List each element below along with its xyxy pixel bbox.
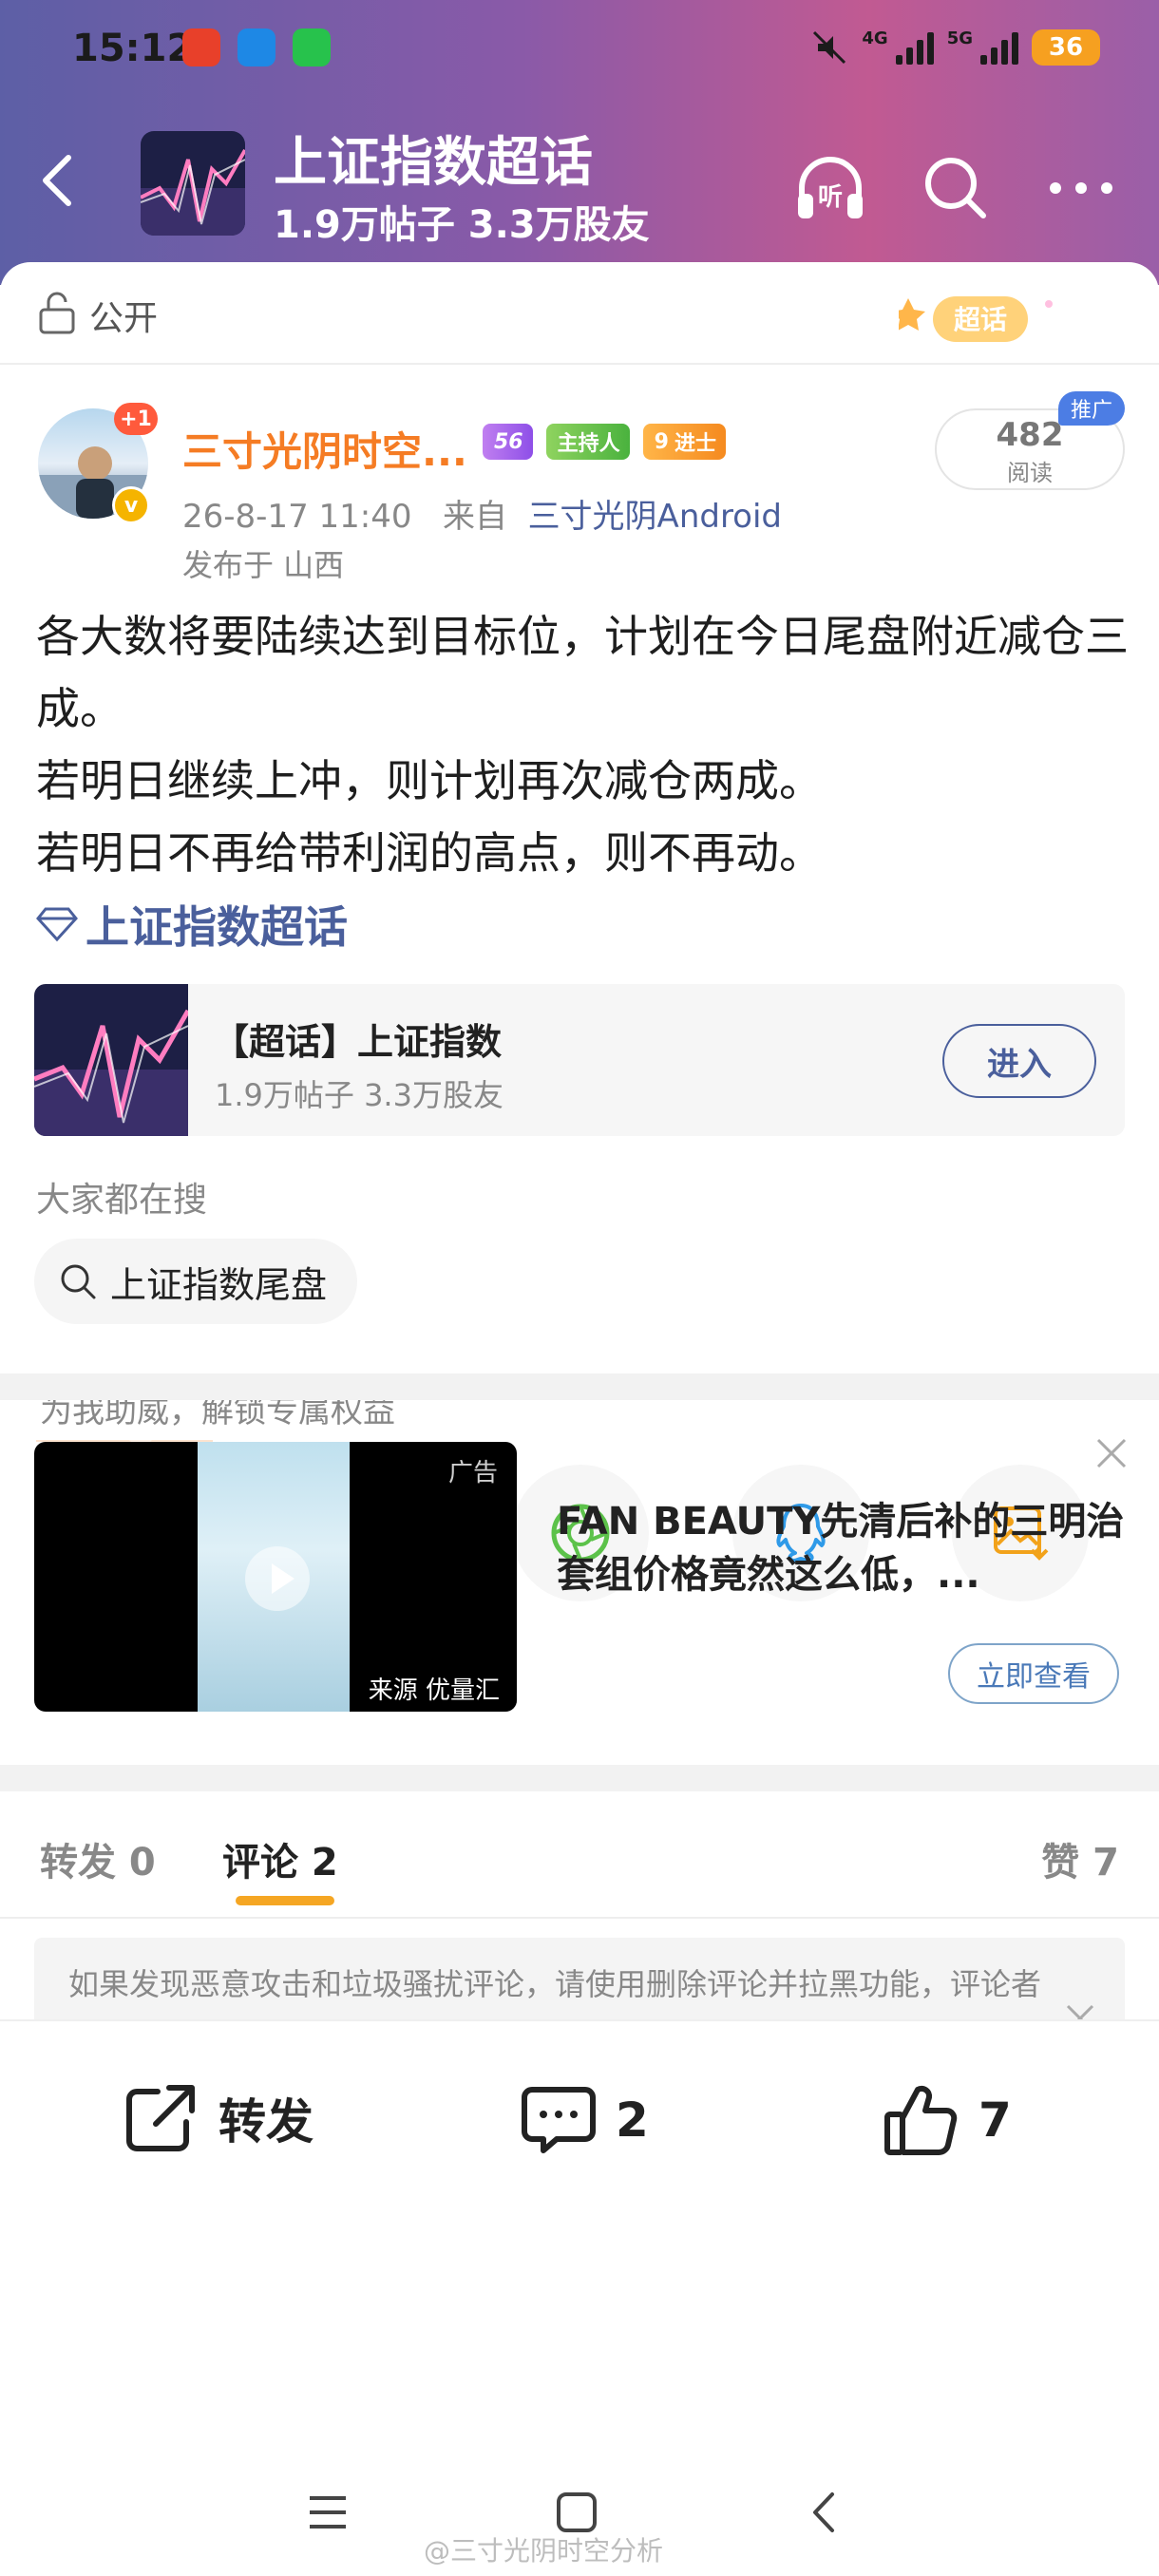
post-meta: 26-8-17 11:40 来自 三寸光阴Android [182,490,782,537]
search-button[interactable] [916,148,996,228]
search-icon [925,158,986,218]
page-subtitle: 1.9万帖子 3.3万股友 [274,203,650,247]
header-actions: 听 [790,148,1121,228]
level-tag-text: 56 [494,429,523,454]
battery-icon: 36 [1032,29,1100,66]
visibility-bar: 公开 超话 [0,262,1159,365]
comment-icon [522,2087,596,2153]
search-icon [61,1264,96,1299]
comment-button[interactable]: 2 [521,2082,649,2158]
post-line-3: 若明日不再给带利润的高点，则不再动。 [36,827,823,879]
interaction-tabs: 转发 0 评论 2 赞 7 [0,1791,1159,1919]
chaohua-badge: 超话 [891,283,1060,351]
chaohua-badge-text: 超话 [954,304,1007,335]
like-count: 7 [978,2093,1012,2148]
ad-tag: 广告 [447,1459,498,1487]
watermark: @三寸光阴时空分析 [424,2535,664,2567]
post-line-1: 各大数将要陆续达到目标位，计划在今日尾盘附近减仓三成。 [36,611,1129,734]
play-triangle-icon [272,1563,294,1594]
close-icon[interactable] [1092,1434,1130,1472]
nav-bar: 上证指数超话 1.9万帖子 3.3万股友 听 [0,114,1159,247]
topic-card-stats: 1.9万帖子 3.3万股友 [215,1077,504,1113]
section-gap-2 [0,1765,1159,1791]
like-button[interactable]: 7 [884,2082,1012,2158]
mute-icon [813,30,846,65]
listen-button[interactable]: 听 [790,148,870,228]
page-title: 上证指数超话 [274,132,593,194]
from-prefix: 来自 [442,498,507,536]
author-name[interactable]: 三寸光阴时空... [182,420,467,478]
avatar-plus-badge: +1 [114,403,158,435]
verified-badge-icon: v [112,486,150,524]
phone-notify-icon [293,28,331,66]
message-notify-icon [238,28,276,66]
ad-video[interactable]: 广告 来源 优量汇 [34,1442,517,1712]
bottom-action-bar: 转发 2 7 [0,2019,1159,2314]
more-button[interactable] [1041,148,1121,228]
post-content: 各大数将要陆续达到目标位，计划在今日尾盘附近减仓三成。 若明日继续上冲，则计划再… [36,600,1129,889]
post-line-2: 若明日继续上冲，则计划再次减仓两成。 [36,755,823,806]
ad-cta-button[interactable]: 立即查看 [948,1643,1119,1704]
rank-num: 9 [654,429,669,454]
status-time: 15:12 [72,27,194,70]
post-source[interactable]: 三寸光阴Android [528,498,782,536]
enter-button[interactable]: 进入 [942,1024,1096,1098]
topic-thumbnail[interactable] [141,131,245,236]
ad-text[interactable]: FAN BEAUTY先清后补的三明治套组价格竟然这么低，... [557,1495,1127,1601]
topic-link-text: 上证指数超话 [86,901,348,953]
topic-header: 15:12 4G 5G 36 上证指数超话 1.9万帖子 3.3万股友 听 [0,0,1159,285]
author-row: +1 v 三寸光阴时空... 56 主持人 9 进士 26-8-17 11:40 … [0,391,1159,585]
topic-card-thumbnail [34,984,191,1136]
trending-search-title: 大家都在搜 [36,1181,208,1220]
back-icon[interactable] [804,2491,847,2534]
author-tags: 56 主持人 9 进士 [483,424,726,460]
active-tab-indicator [236,1896,334,1905]
diamond-icon [36,907,78,942]
comment-count: 2 [616,2093,649,2148]
section-gap [0,1373,1159,1400]
menu-icon[interactable] [306,2491,350,2534]
tab-comment[interactable]: 评论 2 [222,1831,338,1886]
repost-label: 转发 [218,2094,314,2150]
listen-label: 听 [818,183,843,212]
host-tag-text: 主持人 [557,432,620,456]
level-tag[interactable]: 56 [483,424,533,460]
host-tag[interactable]: 主持人 [545,424,630,460]
promote-badge[interactable]: 推广 [1058,391,1125,426]
notification-icons [182,28,331,66]
trending-search-text: 上证指数尾盘 [110,1263,328,1306]
more-dots-icon [1050,182,1112,194]
rank-tag-text: 进士 [674,432,716,456]
ad-block: 广告 来源 优量汇 FAN BEAUTY先清后补的三明治套组价格竟然这么低，..… [0,1400,1159,1765]
network-4g: 4G [862,28,888,48]
home-icon[interactable] [555,2491,598,2534]
signal-icon-2 [980,30,1018,65]
tab-repost[interactable]: 转发 0 [40,1831,156,1886]
tab-like[interactable]: 赞 7 [1041,1831,1119,1886]
read-label: 阅读 [1007,460,1053,486]
topic-link[interactable]: 上证指数超话 [36,893,348,956]
post-location: 发布于 山西 [182,547,345,583]
visibility-label: 公开 [89,299,159,338]
signal-icon [895,30,934,65]
trending-search-chip[interactable]: 上证指数尾盘 [34,1239,358,1324]
back-arrow-icon[interactable] [38,152,76,209]
thumbs-up-icon [884,2085,958,2155]
status-right: 4G 5G 36 [810,28,1100,66]
network-5g: 5G [946,28,973,48]
repost-button[interactable]: 转发 [124,2082,314,2154]
share-icon [126,2085,195,2151]
topic-card[interactable]: 【超话】上证指数 1.9万帖子 3.3万股友 进入 [34,984,1125,1136]
post-time: 26-8-17 11:40 [182,498,412,536]
weibo-notify-icon [182,28,220,66]
topic-card-title: 【超话】上证指数 [213,1021,503,1063]
rank-tag[interactable]: 9 进士 [642,424,726,460]
headphones-icon: 听 [798,157,863,218]
ad-source: 来源 优量汇 [351,1664,517,1712]
unlock-icon [39,292,75,334]
status-bar: 15:12 4G 5G 36 [0,27,1159,74]
